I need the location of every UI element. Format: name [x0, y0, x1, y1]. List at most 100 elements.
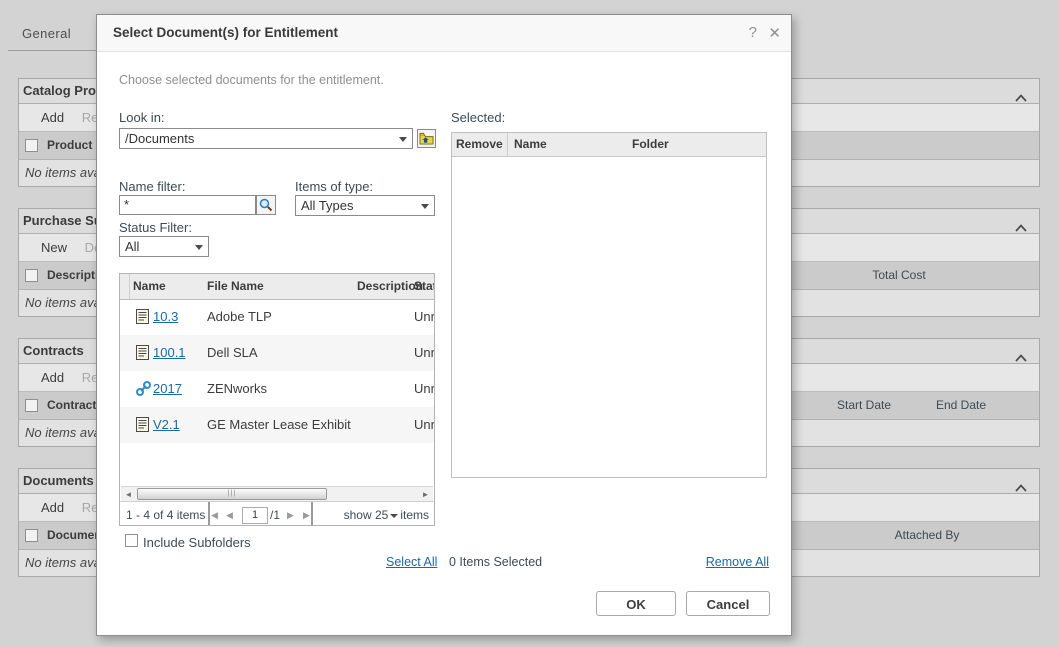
status-filter-select[interactable]: All: [119, 236, 209, 257]
panel-title: Contracts: [19, 343, 84, 358]
page-next-icon[interactable]: ▶: [287, 502, 294, 526]
table-row[interactable]: 100.1 Dell SLA Unreleased: [120, 335, 434, 371]
column-label[interactable]: Product: [47, 132, 92, 159]
column-total-cost[interactable]: Total Cost: [839, 262, 959, 289]
folder-up-button[interactable]: [417, 129, 436, 148]
include-subfolders-label: Include Subfolders: [143, 535, 251, 550]
page-first-icon[interactable]: ◀: [208, 502, 218, 526]
column-name[interactable]: Name: [514, 133, 547, 156]
document-link[interactable]: 100.1: [153, 345, 186, 360]
look-in-value: /Documents: [125, 131, 194, 146]
file-name: ZENworks: [207, 381, 267, 396]
select-all-link[interactable]: Select All: [386, 555, 437, 569]
page-size-value[interactable]: 25: [375, 508, 388, 522]
cancel-button[interactable]: Cancel: [686, 591, 770, 616]
scrollbar-left-icon[interactable]: ◄: [121, 487, 136, 502]
select-all-checkbox[interactable]: [25, 529, 38, 542]
panel-title: Documents: [19, 473, 94, 488]
caret-down-icon: [195, 245, 203, 250]
file-name: GE Master Lease Exhibit: [207, 417, 351, 432]
page-prev-icon[interactable]: ◀: [226, 502, 233, 526]
dialog-subtitle: Choose selected documents for the entitl…: [119, 73, 384, 87]
column-start-date[interactable]: Start Date: [814, 392, 914, 419]
scrollbar-thumb[interactable]: |||: [137, 488, 327, 500]
scrollbar-right-icon[interactable]: ►: [418, 487, 433, 502]
document-list-table: Name File Name Description Status 10.3 A…: [119, 273, 435, 526]
items-selected-count: 0 Items Selected: [449, 555, 542, 569]
table-row[interactable]: 2017 ZENworks Unreleased: [120, 371, 434, 407]
help-icon[interactable]: ?: [749, 24, 757, 41]
caret-down-icon: [390, 514, 398, 518]
table-row[interactable]: 10.3 Adobe TLP Unreleased: [120, 299, 434, 335]
look-in-select[interactable]: /Documents: [119, 128, 413, 149]
add-button[interactable]: Add: [41, 500, 64, 515]
close-icon[interactable]: ✕: [768, 24, 781, 42]
dialog-titlebar: Select Document(s) for Entitlement ? ✕: [97, 15, 791, 52]
folder-up-icon: [419, 132, 434, 145]
status-filter-value: All: [125, 239, 139, 254]
page-number-input[interactable]: 1: [242, 507, 268, 524]
magnifier-icon: [259, 198, 273, 212]
select-documents-dialog: Select Document(s) for Entitlement ? ✕ C…: [96, 14, 792, 636]
items-label: items: [400, 508, 429, 522]
selected-table: Remove Name Folder: [451, 132, 767, 478]
search-button[interactable]: [256, 195, 276, 215]
column-divider: [507, 133, 508, 156]
chevron-up-icon[interactable]: [1015, 216, 1027, 224]
document-link[interactable]: 10.3: [153, 309, 178, 324]
selected-label: Selected:: [451, 110, 505, 125]
tab-general[interactable]: General: [22, 26, 71, 41]
name-filter-input[interactable]: *: [119, 195, 256, 215]
select-all-checkbox[interactable]: [25, 399, 38, 412]
document-icon: [136, 345, 149, 365]
status-value: Unreleased: [414, 345, 435, 360]
items-range: 1 - 4 of 4 items: [126, 502, 205, 526]
document-icon: [136, 417, 149, 437]
chain-link-icon: [136, 381, 151, 401]
document-link[interactable]: V2.1: [153, 417, 180, 432]
tab-underline: [8, 50, 96, 51]
caret-down-icon: [399, 137, 407, 142]
include-subfolders-checkbox[interactable]: [125, 534, 138, 547]
column-name[interactable]: Name: [133, 274, 166, 299]
selected-table-header: Remove Name Folder: [452, 133, 766, 157]
name-filter-label: Name filter:: [119, 179, 185, 194]
horizontal-scrollbar[interactable]: ◄ ► |||: [121, 486, 433, 502]
caret-down-icon: [421, 204, 429, 209]
status-value: Unreleased: [414, 309, 435, 324]
remove-all-link[interactable]: Remove All: [706, 555, 769, 569]
table-header: Name File Name Description Status: [120, 274, 434, 300]
column-end-date[interactable]: End Date: [911, 392, 1011, 419]
document-link[interactable]: 2017: [153, 381, 182, 396]
page-size-control[interactable]: show 25 items: [344, 502, 429, 526]
status-value: Unreleased: [414, 417, 435, 432]
column-file-name[interactable]: File Name: [207, 274, 264, 299]
add-button[interactable]: Add: [41, 110, 64, 125]
column-attached-by[interactable]: Attached By: [867, 522, 987, 549]
file-name: Dell SLA: [207, 345, 258, 360]
chevron-up-icon[interactable]: [1015, 476, 1027, 484]
header-gutter: [120, 274, 130, 299]
file-name: Adobe TLP: [207, 309, 272, 324]
dialog-title: Select Document(s) for Entitlement: [113, 15, 338, 51]
add-button[interactable]: Add: [41, 370, 64, 385]
page-total: /1: [270, 502, 280, 526]
select-all-checkbox[interactable]: [25, 269, 38, 282]
status-value: Unreleased: [414, 381, 435, 396]
look-in-label: Look in:: [119, 110, 165, 125]
page-last-icon[interactable]: ▶: [303, 502, 313, 526]
pagination-bar: 1 - 4 of 4 items ◀ ◀ 1 /1 ▶ ▶ show 25 ite…: [120, 501, 434, 526]
column-status[interactable]: Status: [414, 274, 435, 299]
chevron-up-icon[interactable]: [1015, 86, 1027, 94]
items-of-type-select[interactable]: All Types: [295, 195, 435, 216]
chevron-up-icon[interactable]: [1015, 346, 1027, 354]
items-of-type-value: All Types: [301, 198, 354, 213]
new-button[interactable]: New: [41, 240, 67, 255]
column-folder[interactable]: Folder: [632, 133, 669, 156]
show-label: show: [344, 508, 372, 522]
select-all-checkbox[interactable]: [25, 139, 38, 152]
table-row[interactable]: V2.1 GE Master Lease Exhibit Unreleased: [120, 407, 434, 443]
column-remove[interactable]: Remove: [456, 133, 503, 156]
document-icon: [136, 309, 149, 329]
ok-button[interactable]: OK: [596, 591, 676, 616]
